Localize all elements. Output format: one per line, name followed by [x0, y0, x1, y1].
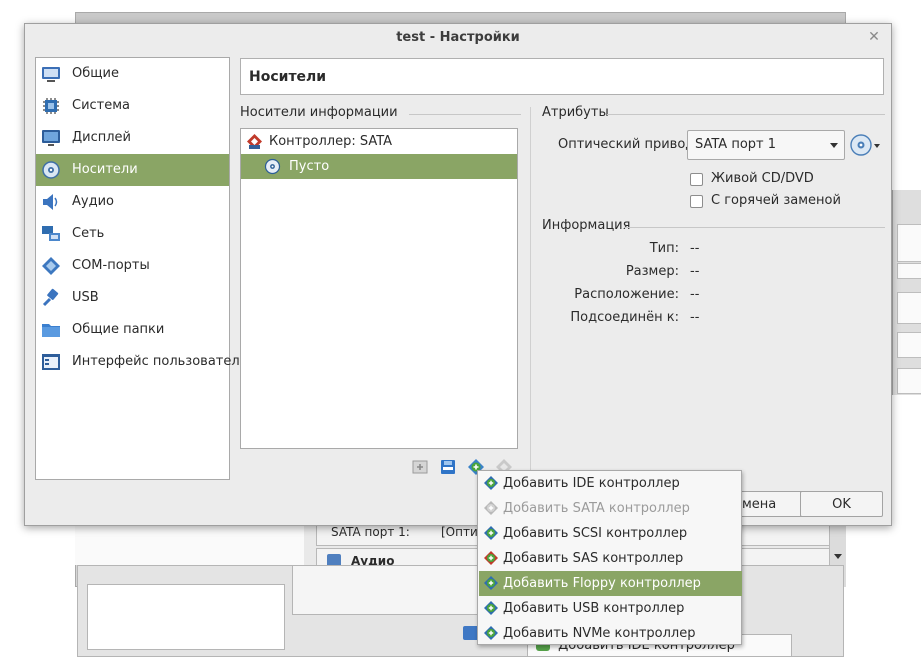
- menu-item-add-scsi[interactable]: Добавить SCSI контроллер: [479, 521, 742, 546]
- category-label: Дисплей: [72, 130, 132, 145]
- tree-controller-label: Контроллер: SATA: [269, 134, 393, 149]
- sas-controller-icon: [484, 551, 498, 565]
- category-label: Аудио: [72, 194, 114, 209]
- background-box: [87, 584, 285, 650]
- menu-item-label: Добавить SCSI контроллер: [503, 526, 688, 541]
- add-controller-menu: Добавить IDE контроллер Добавить SATA ко…: [477, 470, 742, 645]
- tree-empty-label: Пусто: [289, 159, 330, 174]
- optical-drive-select[interactable]: SATA порт 1: [687, 130, 845, 160]
- ok-label: OK: [832, 497, 851, 512]
- display-icon: [42, 130, 60, 146]
- ok-button[interactable]: OK: [800, 491, 883, 517]
- chevron-down-icon: [830, 143, 838, 148]
- storage-icon: [42, 161, 60, 179]
- category-audio[interactable]: Аудио: [36, 186, 229, 218]
- page-title: Носители: [240, 58, 884, 95]
- tree-empty-drive[interactable]: Пусто: [241, 154, 517, 179]
- menu-item-label: Добавить SAS контроллер: [503, 551, 684, 566]
- category-label: Общие: [72, 66, 119, 81]
- info-size-value: --: [690, 264, 700, 279]
- group-divider: [624, 227, 885, 228]
- category-general[interactable]: Общие: [36, 58, 229, 90]
- sata-controller-icon: [247, 134, 262, 149]
- storage-group-text: Носители информации: [240, 105, 398, 120]
- optical-drive-value: SATA порт 1: [695, 137, 777, 152]
- info-attached-value: --: [690, 310, 700, 325]
- information-group-label: Информация: [542, 218, 631, 233]
- category-user-interface[interactable]: Интерфейс пользователя: [36, 346, 248, 378]
- system-icon: [43, 98, 59, 114]
- usb-icon: [42, 288, 59, 307]
- live-cd-checkbox[interactable]: [690, 173, 703, 186]
- menu-item-add-ide[interactable]: Добавить IDE контроллер: [479, 471, 742, 496]
- floppy-controller-icon: [484, 576, 498, 590]
- category-label: Общие папки: [72, 322, 165, 337]
- sata-controller-icon: [484, 501, 498, 515]
- category-shared-folders[interactable]: Общие папки: [36, 314, 229, 346]
- shared-folders-icon: [42, 324, 60, 337]
- usb-controller-icon: [484, 601, 498, 615]
- hot-plug-label: С горячей заменой: [711, 193, 841, 208]
- category-network[interactable]: Сеть: [36, 218, 229, 250]
- category-label: Носители: [72, 162, 138, 177]
- info-location-label: Расположение:: [574, 287, 679, 302]
- menu-item-add-usb[interactable]: Добавить USB контроллер: [479, 596, 742, 621]
- network-icon: [42, 226, 60, 241]
- background-right-window: [892, 190, 921, 395]
- storage-group-label: Носители информации: [240, 105, 398, 120]
- optical-disc-icon: [264, 158, 281, 175]
- live-cd-label: Живой CD/DVD: [711, 171, 814, 186]
- choose-disk-button[interactable]: [849, 132, 881, 158]
- category-usb[interactable]: USB: [36, 282, 229, 314]
- category-serial-ports[interactable]: COM-порты: [36, 250, 229, 282]
- info-type-value: --: [690, 241, 700, 256]
- info-size-label: Размер:: [625, 264, 679, 279]
- group-divider: [607, 114, 885, 115]
- ide-controller-icon: [484, 476, 498, 490]
- pane-separator: [530, 107, 531, 507]
- info-type-label: Тип:: [649, 241, 679, 256]
- menu-item-label: Добавить USB контроллер: [503, 601, 685, 616]
- dialog-title: test - Настройки: [396, 30, 520, 45]
- menu-item-label: Добавить SATA контроллер: [503, 501, 690, 516]
- category-label: Интерфейс пользователя: [72, 354, 248, 369]
- general-icon: [42, 67, 60, 82]
- category-list: Общие Система Дисплей Носители Аудио Сет…: [35, 57, 248, 480]
- category-system[interactable]: Система: [36, 90, 229, 122]
- menu-item-label: Добавить IDE контроллер: [503, 476, 680, 491]
- menu-item-add-sata[interactable]: Добавить SATA контроллер: [479, 496, 742, 521]
- add-attachment-icon[interactable]: [411, 458, 429, 476]
- menu-item-add-floppy[interactable]: Добавить Floppy контроллер: [479, 571, 742, 596]
- storage-tree[interactable]: Контроллер: SATA Пусто: [240, 128, 518, 449]
- nvme-controller-icon: [484, 626, 498, 640]
- tree-controller-sata[interactable]: Контроллер: SATA: [241, 129, 517, 154]
- optical-disc-icon: [850, 134, 880, 156]
- cancel-label: мена: [742, 497, 777, 512]
- menu-item-label: Добавить NVMe контроллер: [503, 626, 696, 641]
- menu-item-label: Добавить Floppy контроллер: [503, 576, 701, 591]
- scroll-down-icon: [834, 554, 842, 559]
- menu-item-add-nvme[interactable]: Добавить NVMe контроллер: [479, 621, 742, 646]
- info-location-value: --: [690, 287, 700, 302]
- group-divider: [409, 114, 521, 115]
- settings-dialog: test - Настройки ✕ Общие Система Дисплей…: [24, 23, 892, 526]
- category-display[interactable]: Дисплей: [36, 122, 229, 154]
- optical-drive-label: Оптический привод:: [558, 137, 699, 152]
- remove-attachment-icon[interactable]: [439, 458, 457, 476]
- hot-plug-checkbox[interactable]: [690, 195, 703, 208]
- category-label: Сеть: [72, 226, 105, 241]
- category-label: USB: [72, 290, 99, 305]
- scsi-controller-icon: [484, 526, 498, 540]
- audio-icon: [43, 194, 58, 210]
- info-attached-label: Подсоединён к:: [570, 310, 679, 325]
- category-storage[interactable]: Носители: [36, 154, 229, 186]
- close-icon[interactable]: ✕: [865, 28, 883, 46]
- serial-ports-icon: [42, 257, 60, 275]
- category-label: Система: [72, 98, 131, 113]
- attributes-group-label: Атрибуты: [542, 105, 609, 120]
- category-label: COM-порты: [72, 258, 150, 273]
- user-interface-icon: [42, 354, 60, 370]
- menu-item-add-sas[interactable]: Добавить SAS контроллер: [479, 546, 742, 571]
